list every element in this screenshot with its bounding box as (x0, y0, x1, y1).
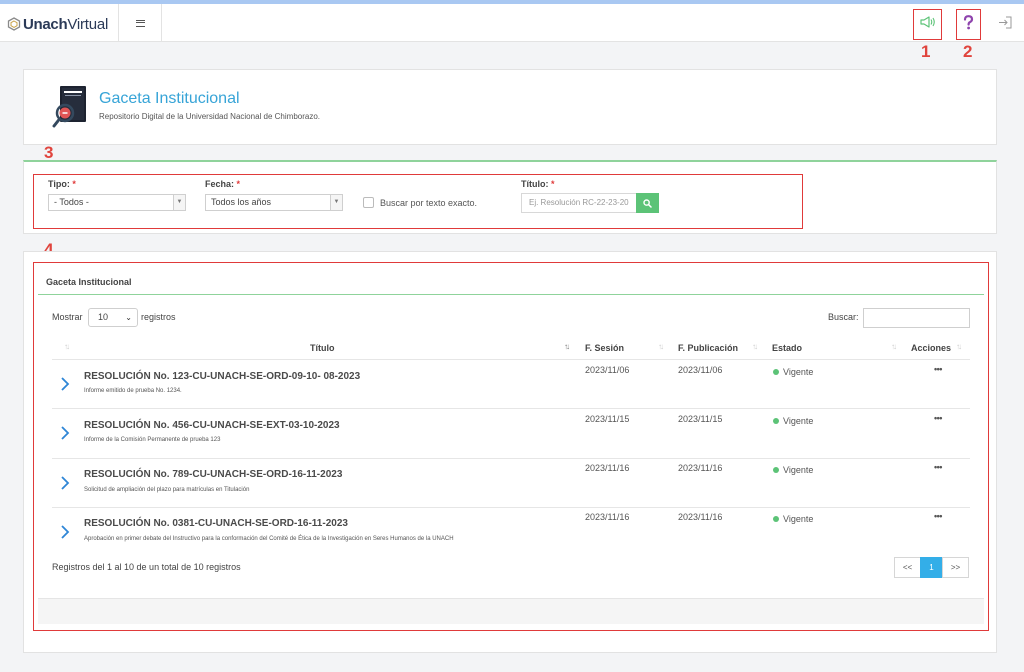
page-title: Gaceta Institucional (99, 90, 240, 107)
brand-logo[interactable]: Unach Virtual (7, 15, 108, 33)
annotation-label-1: 1 (921, 42, 931, 61)
top-navbar: Unach Virtual (0, 4, 1024, 42)
gazette-book-icon (52, 86, 86, 128)
page-header-panel: Gaceta Institucional Repositorio Digital… (23, 69, 997, 145)
sign-out-icon (999, 16, 1012, 28)
logo-text-light: Virtual (67, 15, 109, 33)
logout-button[interactable] (995, 13, 1015, 31)
annotation-box-1 (913, 9, 942, 40)
page-subtitle: Repositorio Digital de la Universidad Na… (99, 112, 320, 121)
hamburger-icon (135, 19, 145, 27)
annotation-box-2 (956, 9, 981, 40)
logo-hexagon-icon (7, 17, 21, 31)
annotation-box-3 (33, 174, 803, 229)
annotation-label-2: 2 (963, 42, 973, 61)
annotation-box-4 (33, 262, 989, 631)
logo-text-bold: Unach (23, 15, 68, 33)
hamburger-menu-button[interactable] (118, 4, 162, 42)
